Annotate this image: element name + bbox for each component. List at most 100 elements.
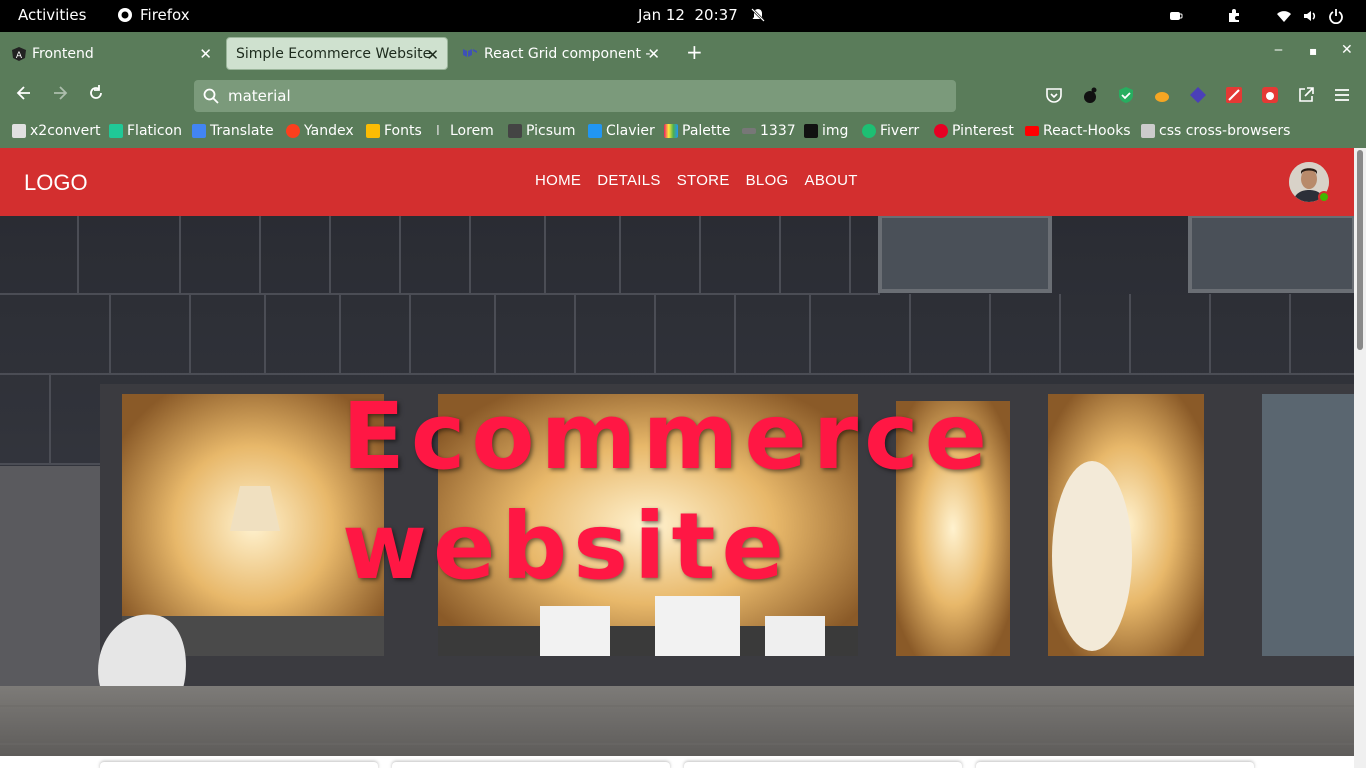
- tab-simple-ecommerce[interactable]: Simple Ecommerce Website ✕: [226, 37, 448, 70]
- page-scrollbar[interactable]: [1354, 148, 1366, 768]
- notifications-off-icon: [750, 8, 765, 22]
- page-viewport: LOGO HOME DETAILS STORE BLOG ABOUT Ecomm…: [0, 148, 1354, 768]
- bookmark-picsum[interactable]: Picsum: [508, 123, 576, 139]
- product-cards-row: [0, 760, 1354, 768]
- bookmark-label: Palette: [682, 123, 731, 139]
- tab-title: Simple Ecommerce Website: [236, 45, 432, 62]
- nav-blog[interactable]: BLOG: [738, 172, 797, 189]
- forward-button[interactable]: [51, 84, 69, 107]
- online-status-badge: [1318, 191, 1330, 203]
- nav-about[interactable]: ABOUT: [797, 172, 866, 189]
- volume-icon[interactable]: [1302, 8, 1318, 24]
- bookmark-favicon: I: [436, 124, 440, 139]
- nav-store[interactable]: STORE: [669, 172, 738, 189]
- clock-text: Jan 12 20:37: [638, 6, 738, 24]
- bookmark-favicon: [1025, 126, 1039, 136]
- bookmarks-toolbar: x2convert Flaticon Translate Yandex Font…: [0, 116, 1366, 148]
- pocket-icon[interactable]: [1045, 86, 1063, 104]
- activities-button[interactable]: Activities: [18, 6, 86, 24]
- tab-title: React Grid component - M: [484, 45, 654, 62]
- nav-home[interactable]: HOME: [527, 172, 589, 189]
- bookmark-label: x2convert: [30, 123, 101, 139]
- bookmark-x2convert[interactable]: x2convert: [12, 123, 100, 139]
- extensions-icon[interactable]: [1226, 8, 1242, 24]
- url-text: material: [228, 87, 291, 105]
- bookmark-favicon: [862, 124, 876, 138]
- close-tab-icon[interactable]: ✕: [199, 45, 212, 63]
- address-bar[interactable]: material: [194, 80, 956, 112]
- firefox-icon: [118, 8, 132, 22]
- bookmark-yandex[interactable]: Yandex: [286, 123, 354, 139]
- close-tab-icon[interactable]: ✕: [426, 46, 439, 64]
- gnome-extension-icon[interactable]: [1081, 86, 1099, 104]
- close-window-button[interactable]: ✕: [1341, 42, 1353, 58]
- product-card[interactable]: [392, 762, 670, 768]
- bookmark-fonts[interactable]: Fonts: [366, 123, 422, 139]
- tab-frontend[interactable]: A Frontend ✕: [4, 37, 220, 70]
- tab-react-grid[interactable]: React Grid component - M ✕: [454, 37, 668, 70]
- bookmark-pinterest[interactable]: Pinterest: [934, 123, 1014, 139]
- back-button[interactable]: [15, 84, 33, 107]
- close-tab-icon[interactable]: ✕: [647, 45, 660, 63]
- diamond-icon[interactable]: [1189, 86, 1207, 104]
- reload-button[interactable]: [87, 84, 105, 107]
- minimize-button[interactable]: ‒: [1274, 42, 1283, 58]
- tab-bar: A Frontend ✕ Simple Ecommerce Website ✕ …: [0, 32, 1366, 76]
- nav-details[interactable]: DETAILS: [589, 172, 669, 189]
- power-icon[interactable]: [1328, 8, 1344, 24]
- bookmark-label: React-Hooks: [1043, 123, 1131, 139]
- bookmark-label: Flaticon: [127, 123, 183, 139]
- scrollbar-thumb[interactable]: [1357, 150, 1363, 350]
- product-card[interactable]: [684, 762, 962, 768]
- arrow-left-icon: [16, 86, 30, 100]
- mui-icon: [462, 47, 478, 61]
- bookmark-lorem[interactable]: I Lorem: [436, 123, 494, 139]
- bookmark-label: Clavier: [606, 123, 655, 139]
- site-header: LOGO HOME DETAILS STORE BLOG ABOUT: [0, 148, 1354, 216]
- product-card[interactable]: [100, 762, 378, 768]
- maximize-button[interactable]: ▪: [1309, 44, 1317, 58]
- bookmark-flaticon[interactable]: Flaticon: [109, 123, 182, 139]
- tab-title: Frontend: [32, 45, 94, 62]
- bookmark-favicon: [366, 124, 380, 138]
- bookmark-favicon: [742, 128, 756, 134]
- open-external-icon[interactable]: [1297, 86, 1315, 104]
- bookmark-label: Pinterest: [952, 123, 1014, 139]
- reload-icon: [90, 85, 102, 99]
- app-name: Firefox: [140, 6, 190, 24]
- color-picker-icon[interactable]: [1225, 86, 1243, 104]
- bug-icon[interactable]: [1261, 86, 1279, 104]
- bookmark-1337[interactable]: 1337: [742, 123, 796, 139]
- menu-icon[interactable]: [1333, 86, 1351, 104]
- product-card[interactable]: [976, 762, 1254, 768]
- bookmark-favicon: [109, 124, 123, 138]
- clock[interactable]: Jan 12 20:37: [638, 6, 766, 24]
- site-logo[interactable]: LOGO: [24, 170, 88, 196]
- svg-text:A: A: [16, 51, 23, 61]
- hero-title: Ecommerce website: [342, 383, 994, 600]
- bookmark-fiverr[interactable]: Fiverr: [862, 123, 919, 139]
- bookmark-label: Fiverr: [880, 123, 920, 139]
- bookmark-palette[interactable]: Palette: [664, 123, 731, 139]
- bookmark-label: Yandex: [304, 123, 354, 139]
- bookmark-translate[interactable]: Translate: [192, 123, 274, 139]
- bookmark-label: css cross-browsers: [1159, 123, 1291, 139]
- bookmark-img[interactable]: img: [804, 123, 848, 139]
- coffee-icon[interactable]: [1168, 8, 1184, 24]
- wifi-icon[interactable]: [1276, 8, 1292, 24]
- shield-icon[interactable]: [1117, 86, 1135, 104]
- bookmark-react-hooks[interactable]: React-Hooks: [1025, 123, 1131, 139]
- hero-section: Ecommerce website: [0, 216, 1354, 756]
- new-tab-button[interactable]: +: [686, 40, 703, 64]
- bookmark-label: img: [822, 123, 849, 139]
- bookmark-favicon: [192, 124, 206, 138]
- bookmark-clavier[interactable]: Clavier: [588, 123, 655, 139]
- bookmark-label: Translate: [210, 123, 274, 139]
- bookmark-favicon: [286, 124, 300, 138]
- app-menu[interactable]: Firefox: [117, 6, 190, 24]
- hand-icon[interactable]: [1153, 86, 1171, 104]
- bookmark-label: Picsum: [526, 123, 576, 139]
- bookmark-css-cross-browsers[interactable]: css cross-browsers: [1141, 123, 1290, 139]
- site-nav: HOME DETAILS STORE BLOG ABOUT: [527, 172, 866, 189]
- bookmark-label: Fonts: [384, 123, 422, 139]
